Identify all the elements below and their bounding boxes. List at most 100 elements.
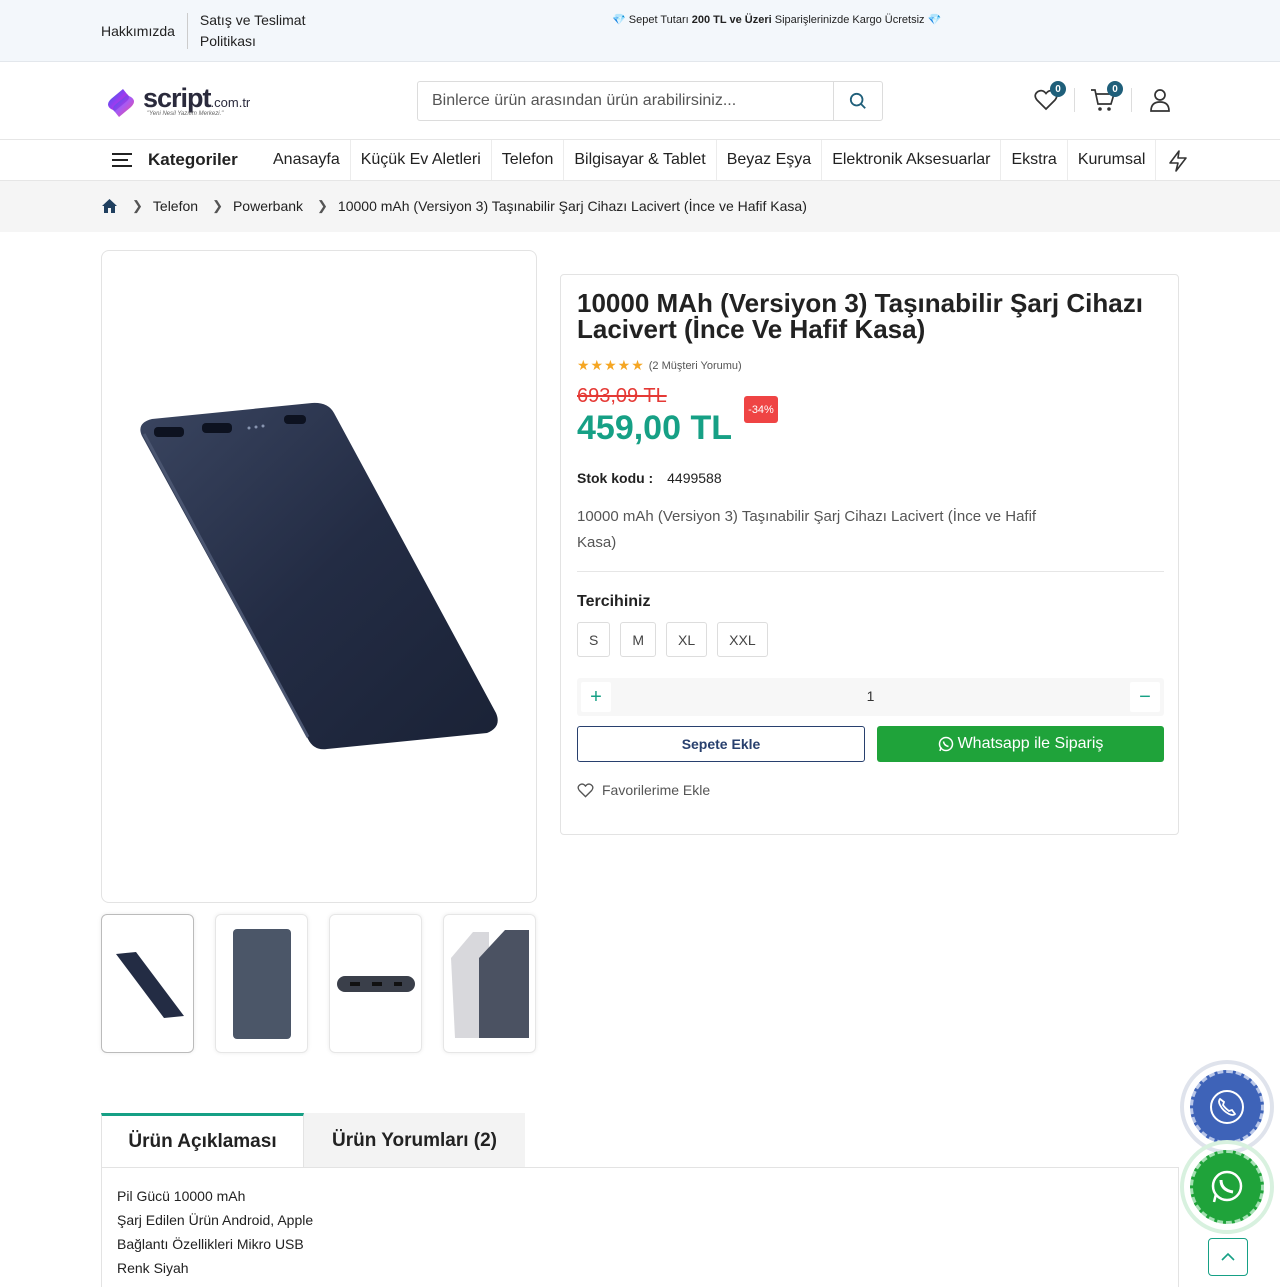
increase-quantity-button[interactable]: + <box>581 682 611 712</box>
wishlist-button[interactable]: 0 <box>1032 81 1066 115</box>
stock-code-label: Stok kodu : <box>577 470 654 486</box>
add-favorite-label: Favorilerime Ekle <box>602 782 711 798</box>
product-info-panel: 10000 MAh (Versiyon 3) Taşınabilir Şarj … <box>560 274 1179 835</box>
search-input[interactable] <box>418 82 833 120</box>
nav-item-ekstra[interactable]: Ekstra <box>1001 140 1068 180</box>
top-bar: Hakkımızda Satış ve Teslimat Politikası … <box>0 0 1280 62</box>
divider <box>1131 88 1132 112</box>
cart-count-badge: 0 <box>1107 81 1123 97</box>
user-icon <box>1150 89 1170 112</box>
logo-mark-icon <box>108 89 134 117</box>
logo-wordmark: script.com.tr <box>143 83 251 113</box>
add-to-cart-button[interactable]: Sepete Ekle <box>577 726 865 762</box>
categories-button[interactable]: Kategoriler <box>112 150 238 170</box>
nav-item-kurumsal[interactable]: Kurumsal <box>1068 140 1157 180</box>
wishlist-count-badge: 0 <box>1050 81 1066 97</box>
phone-icon <box>1210 1090 1244 1124</box>
search-button[interactable] <box>833 82 882 120</box>
nav-item-telefon[interactable]: Telefon <box>492 140 565 180</box>
product-specs: Pil Gücü 10000 mAh Şarj Edilen Ürün Andr… <box>117 1184 313 1280</box>
product-rating[interactable]: ★★★★★ (2 Müşteri Yorumu) <box>577 357 742 374</box>
heart-icon <box>577 782 594 798</box>
add-favorite-link[interactable]: Favorilerime Ekle <box>577 782 710 798</box>
decrease-quantity-button[interactable]: − <box>1130 682 1160 712</box>
shipping-promo: 💎 Sepet Tutarı 200 TL ve Üzeri Siparişle… <box>612 13 941 26</box>
nav-item-bilgisayar-tablet[interactable]: Bilgisayar & Tablet <box>564 140 717 180</box>
option-xxl[interactable]: XXL <box>717 622 768 657</box>
option-xl[interactable]: XL <box>666 622 708 657</box>
thumbnail-1[interactable] <box>101 914 194 1053</box>
promo-pre-text: Sepet Tutarı <box>628 14 689 26</box>
powerbank-thumb-image <box>115 951 184 1018</box>
old-price: 693,09 TL <box>577 385 667 407</box>
lightning-icon <box>1169 150 1187 172</box>
whatsapp-icon <box>938 736 953 752</box>
powerbank-thumb-image <box>232 928 291 1039</box>
divider <box>577 571 1164 572</box>
cart-button[interactable]: 0 <box>1089 81 1123 115</box>
site-logo[interactable]: script.com.tr "Yeni Nesil Yazılım Merkez… <box>101 81 271 123</box>
scroll-to-top-button[interactable] <box>1208 1238 1248 1276</box>
spec-line: Şarj Edilen Ürün Android, Apple <box>117 1212 314 1228</box>
nav-menu: Anasayfa Küçük Ev Aletleri Telefon Bilgi… <box>263 140 1157 180</box>
breadcrumb-items: ❯ Telefon ❯ Powerbank ❯ 10000 mAh (Versi… <box>101 198 807 214</box>
search-bar <box>417 81 883 121</box>
tab-description[interactable]: Ürün Açıklaması <box>101 1113 304 1168</box>
whatsapp-order-label: Whatsapp ile Sipariş <box>957 735 1104 752</box>
diamond-icon: 💎 <box>612 14 626 26</box>
whatsapp-button-inner <box>1190 1150 1264 1224</box>
thumbnail-2[interactable] <box>215 914 308 1053</box>
breadcrumb-powerbank[interactable]: Powerbank <box>233 198 303 214</box>
breadcrumb-current: 10000 mAh (Versiyon 3) Taşınabilir Şarj … <box>337 198 807 214</box>
current-price: 459,00 TL <box>577 409 732 447</box>
nav-item-beyaz-esya[interactable]: Beyaz Eşya <box>717 140 823 180</box>
account-button[interactable] <box>1146 85 1174 115</box>
powerbank-thumb-image <box>450 929 529 1038</box>
product-main-image[interactable] <box>101 250 537 903</box>
promo-post-text: Siparişlerinizde Kargo Ücretsiz <box>774 14 925 26</box>
option-s[interactable]: S <box>577 622 611 657</box>
breadcrumb-telefon[interactable]: Telefon <box>153 198 198 214</box>
discount-badge: -34% <box>744 396 778 423</box>
chevron-up-icon <box>1221 1252 1235 1261</box>
policy-link[interactable]: Satış ve Teslimat Politikası <box>188 10 318 52</box>
tab-reviews[interactable]: Ürün Yorumları (2) <box>304 1113 525 1168</box>
categories-label: Kategoriler <box>148 150 238 169</box>
nav-item-kucuk-ev-aletleri[interactable]: Küçük Ev Aletleri <box>351 140 492 180</box>
whatsapp-order-button[interactable]: Whatsapp ile Sipariş <box>877 726 1164 762</box>
option-label: Tercihiniz <box>577 593 651 610</box>
option-m[interactable]: M <box>620 622 657 657</box>
product-thumbnails <box>101 914 536 1053</box>
chevron-right-icon: ❯ <box>132 198 143 213</box>
powerbank-image <box>140 402 498 750</box>
call-button-inner <box>1190 1070 1264 1144</box>
whatsapp-icon <box>1211 1170 1243 1203</box>
nav-item-elektronik-aksesuarlar[interactable]: Elektronik Aksesuarlar <box>822 140 1002 180</box>
stock-code-value: 4499588 <box>667 470 722 486</box>
home-icon[interactable] <box>101 198 118 214</box>
star-rating-icon: ★★★★★ <box>577 357 645 373</box>
search-icon <box>849 92 866 109</box>
flash-deals-button[interactable] <box>1166 149 1190 178</box>
thumbnail-4[interactable] <box>443 914 536 1053</box>
quantity-stepper: 1 + − <box>577 678 1164 716</box>
product-short-description: 10000 mAh (Versiyon 3) Taşınabilir Şarj … <box>577 508 1037 551</box>
whatsapp-floating-button[interactable] <box>1180 1140 1274 1234</box>
main-nav: Kategoriler Anasayfa Küçük Ev Aletleri T… <box>0 140 1280 181</box>
powerbank-thumb-image <box>336 975 415 992</box>
chevron-right-icon: ❯ <box>317 198 328 213</box>
quantity-value[interactable]: 1 <box>577 688 1164 704</box>
product-title: 10000 MAh (Versiyon 3) Taşınabilir Şarj … <box>577 288 1143 344</box>
product-tabs: Ürün Açıklaması Ürün Yorumları (2) <box>101 1113 525 1168</box>
menu-icon <box>112 153 132 167</box>
top-links: Hakkımızda Satış ve Teslimat Politikası <box>101 10 318 52</box>
nav-item-anasayfa[interactable]: Anasayfa <box>263 140 351 180</box>
spec-line: Bağlantı Özellikleri Mikro USB <box>117 1236 304 1252</box>
stock-code: Stok kodu : 4499588 <box>577 470 722 486</box>
thumbnail-3[interactable] <box>329 914 422 1053</box>
tab-content: Pil Gücü 10000 mAh Şarj Edilen Ürün Andr… <box>101 1167 1179 1287</box>
chevron-right-icon: ❯ <box>212 198 223 213</box>
promo-bold-text: 200 TL ve Üzeri <box>691 14 772 26</box>
about-link[interactable]: Hakkımızda <box>101 13 188 49</box>
size-options: S M XL XXL <box>577 622 768 657</box>
